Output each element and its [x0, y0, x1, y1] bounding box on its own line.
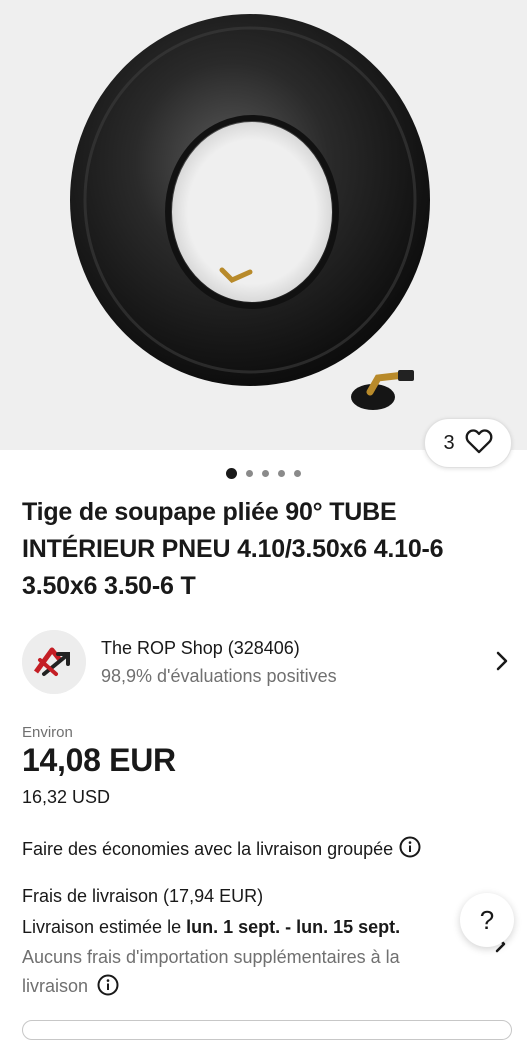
chevron-right-icon[interactable]	[494, 650, 510, 677]
price-approx-label: Environ	[22, 724, 73, 741]
gallery-pagination	[0, 468, 527, 479]
gallery-dot[interactable]	[246, 470, 253, 477]
watch-button[interactable]: 3	[424, 418, 512, 468]
gallery-dot[interactable]	[294, 470, 301, 477]
bundle-savings-row[interactable]: Faire des économies avec la livraison gr…	[22, 836, 421, 863]
help-button[interactable]: ?	[460, 893, 514, 947]
info-icon[interactable]	[399, 836, 421, 863]
gallery-dot[interactable]	[278, 470, 285, 477]
product-title: Tige de soupape pliée 90° TUBE INTÉRIEUR…	[22, 498, 444, 600]
delivery-estimate-label: Livraison estimée le	[22, 917, 187, 937]
import-charges-note: Aucuns frais d'importation supplémentair…	[22, 943, 462, 1005]
product-image-gallery[interactable]	[0, 0, 527, 450]
delivery-dates: lun. 1 sept. - lun. 15 sept.	[186, 917, 401, 937]
price-converted: 16,32 USD	[22, 787, 111, 807]
info-icon[interactable]	[97, 974, 119, 1005]
import-charges-text: Aucuns frais d'importation supplémentair…	[22, 947, 400, 996]
seller-feedback: 98,9% d'évaluations positives	[101, 666, 337, 686]
delivery-estimate: Livraison estimée le lun. 1 sept. - lun.…	[22, 917, 400, 938]
watchers-count: 3	[443, 431, 455, 454]
seller-logo	[22, 630, 86, 694]
action-button-edge[interactable]	[22, 1020, 512, 1040]
bundle-savings-text: Faire des économies avec la livraison gr…	[22, 839, 394, 859]
help-icon: ?	[479, 904, 495, 935]
shipping-cost: Frais de livraison (17,94 EUR)	[22, 886, 264, 906]
heart-icon	[465, 428, 493, 459]
gallery-dot[interactable]	[262, 470, 269, 477]
product-image	[70, 14, 430, 410]
price: 14,08 EUR	[22, 742, 176, 778]
seller-avatar	[22, 630, 86, 694]
seller-row[interactable]: The ROP Shop (328406) 98,9% d'évaluation…	[22, 630, 512, 694]
seller-name[interactable]: The ROP Shop (328406)	[101, 638, 300, 659]
gallery-dot[interactable]	[226, 468, 237, 479]
